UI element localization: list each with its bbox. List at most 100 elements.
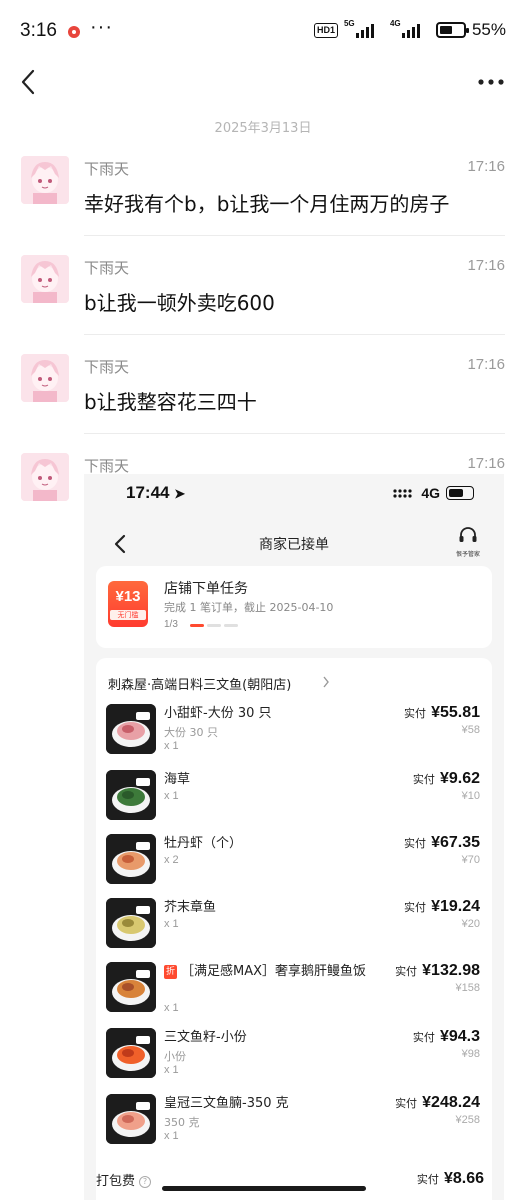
item-thumbnail [106,1094,156,1144]
message-text: 幸好我有个b，b让我一个月住两万的房子 [84,192,450,216]
item-original-price: ¥70 [461,854,480,866]
paid-label: 实付 [403,901,426,914]
order-item-row[interactable]: 小甜虾-大份 30 只大份 30 只x 1 实付 ¥55.81 ¥58 [96,704,492,764]
sender-name: 下雨天 [84,358,130,376]
item-thumbnail [106,898,156,948]
task-description: 完成 1 笔订单，截止 2025-04-10 [164,601,334,614]
shot-nav-bar: 商家已接单 恨予管家 [84,522,504,566]
item-paid-amount: 实付 ¥67.35 [404,832,480,852]
shot-status-time: 17:44 [126,483,170,502]
item-paid-amount: 实付 ¥9.62 [413,768,480,788]
signal-icon [393,489,412,498]
item-quantity: x 1 [164,790,179,802]
battery-icon [435,22,469,38]
shot-battery-icon [446,486,474,500]
paid-label: 实付 [412,773,435,786]
message-divider [84,235,505,236]
message-text: b让我一顿外卖吃600 [84,291,275,315]
avatar[interactable] [21,156,69,204]
item-quantity: x 1 [164,1130,179,1142]
chevron-right-icon[interactable] [322,676,330,688]
message-divider [84,334,505,335]
item-original-price: ¥10 [461,790,480,802]
item-thumbnail [106,834,156,884]
item-name: 芥末章鱼 [164,898,374,917]
item-name: 牡丹虾（个） [164,834,374,853]
item-original-price: ¥158 [455,982,480,994]
item-name: 折 ［满足感MAX］奢享鹅肝鳗鱼饭 [164,962,374,981]
item-paid-amount: 实付 ¥19.24 [404,896,480,916]
status-bar: 3:16 ··· HD1 5G 4G 55% [0,0,526,62]
item-thumbnail [106,1028,156,1078]
shot-network-label: 4G [421,485,440,501]
item-thumbnail [106,704,156,754]
status-indicators: HD1 5G 4G 55% [313,19,506,40]
item-name-text: ［满足感MAX］奢享鹅肝鳗鱼饭 [181,964,367,979]
signal-4g-icon: 4G [390,19,430,39]
shot-status-bar: 17:44 ➤ 4G [84,474,504,514]
item-thumbnail [106,770,156,820]
paid-label: 实付 [412,1031,435,1044]
store-name[interactable]: 刺森屋·高端日料三文鱼(朝阳店) [108,674,291,693]
order-item-row[interactable]: 皇冠三文鱼腩-350 克 350 克x 1 实付 ¥248.24 ¥258 [96,1094,492,1154]
home-indicator[interactable] [162,1186,366,1191]
packing-fee-paid: 实付 ¥8.66 [416,1170,484,1187]
shared-screenshot[interactable]: 17:44 ➤ 4G 商家已接单 恨予管家 ¥13 无门槛 店铺下单任务 完成 … [84,474,504,1200]
paid-label: 实付 [395,1097,418,1110]
paid-label: 实付 [395,965,418,978]
task-progress-text: 1/3 [164,619,178,630]
item-quantity: x 1 [164,1064,179,1076]
order-item-row[interactable]: 三文鱼籽-小份 小份 x 1 实付 ¥94.3 ¥98 [96,1028,492,1088]
message-divider [84,433,505,434]
message-time: 17:16 [467,455,505,472]
paid-value: ¥248.24 [422,1094,480,1111]
item-paid-amount: 实付 ¥132.98 [395,960,480,980]
paid-value: ¥94.3 [439,1028,480,1045]
item-quantity: x 1 [164,740,179,752]
coupon-badge: ¥13 无门槛 [108,581,148,627]
item-paid-amount: 实付 ¥55.81 [404,702,480,722]
sender-name: 下雨天 [84,259,130,277]
item-spec: 大份 30 只 [164,726,218,739]
status-more-indicator: ··· [90,16,113,38]
battery-percent: 55% [471,20,506,39]
item-thumbnail [106,962,156,1012]
item-name-text: 海草 [164,772,191,787]
avatar[interactable] [21,255,69,303]
coupon-condition: 无门槛 [110,610,146,620]
chat-nav-bar [0,62,526,102]
item-quantity: x 1 [164,918,179,930]
shot-page-title: 商家已接单 [259,537,329,553]
recording-icon [68,26,80,38]
paid-value: ¥132.98 [422,962,480,979]
paid-label: 实付 [403,707,426,720]
avatar[interactable] [21,453,69,501]
store-task-card[interactable]: ¥13 无门槛 店铺下单任务 完成 1 笔订单，截止 2025-04-10 1/… [96,566,492,648]
paid-value: ¥9.62 [439,770,480,787]
info-icon[interactable]: ? [139,1176,152,1188]
item-original-price: ¥98 [461,1048,480,1060]
headset-icon [459,527,477,542]
order-item-row[interactable]: 折 ［满足感MAX］奢享鹅肝鳗鱼饭 x 1 实付 ¥132.98 ¥158 [96,962,492,1022]
item-name: 皇冠三文鱼腩-350 克 [164,1094,374,1113]
packing-fee-row: 打包费? [96,1170,152,1189]
order-item-row[interactable]: 芥末章鱼 x 1 实付 ¥19.24 ¥20 [96,898,492,958]
discount-tag: 折 [164,965,178,979]
item-quantity: x 2 [164,854,179,866]
more-horizontal-icon[interactable] [476,72,506,92]
message-time: 17:16 [467,257,505,274]
date-separator: 2025年3月13日 [214,121,312,136]
paid-label: 实付 [403,837,426,850]
avatar[interactable] [21,354,69,402]
location-arrow-icon: ➤ [174,486,186,501]
item-spec: 小份 [164,1050,186,1063]
customer-service-button[interactable]: 恨予管家 [450,526,486,562]
customer-service-label: 恨予管家 [455,551,480,558]
item-name-text: 皇冠三文鱼腩-350 克 [164,1096,289,1111]
chevron-left-icon[interactable] [14,66,44,98]
order-item-row[interactable]: 牡丹虾（个） x 2 实付 ¥67.35 ¥70 [96,834,492,894]
paid-value: ¥19.24 [431,898,480,915]
sender-name: 下雨天 [84,457,130,475]
order-item-row[interactable]: 海草 x 1 实付 ¥9.62 ¥10 [96,770,492,830]
status-time: 3:16 [20,20,57,41]
